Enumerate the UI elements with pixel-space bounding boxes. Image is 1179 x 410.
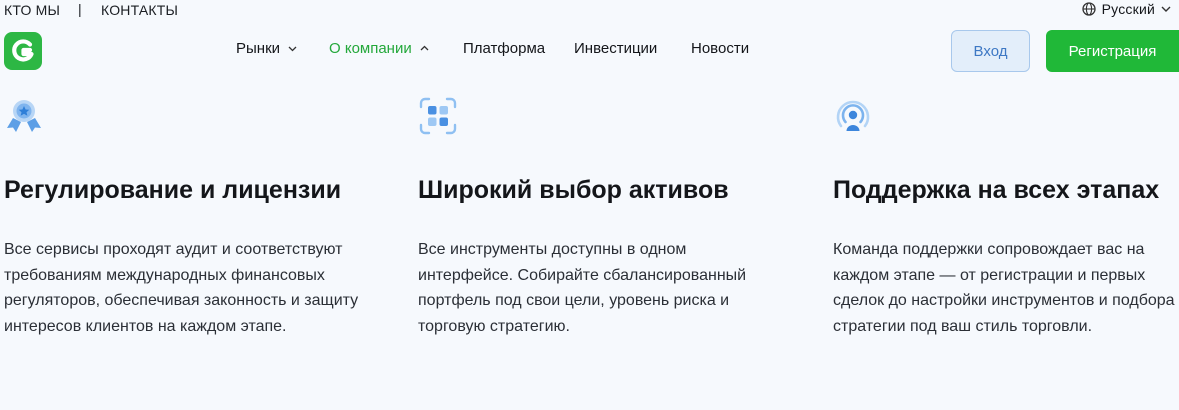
award-ribbon-icon [7,100,41,132]
logo-mark-icon [12,39,34,62]
nav-item-news[interactable]: Новости [691,40,749,57]
nav-item-label: Инвестиции [574,40,658,57]
about-link[interactable]: КТО МЫ [4,2,60,18]
feature-text: Команда поддержки сопровождает вас на ка… [833,241,1175,335]
feature-text: Все сервисы проходят аудит и соответству… [4,241,359,335]
feature-support: Поддержка на всех этапах Команда поддерж… [833,96,1179,339]
chevron-down-icon [288,46,297,52]
main-header: Рынки О компании Платформа Инвестиции Но… [0,30,1179,72]
globe-icon [1081,2,1096,16]
nav-item-investments[interactable]: Инвестиции [574,40,657,57]
feature-title: Поддержка на всех этапах [833,176,1160,204]
register-button[interactable]: Регистрация [1046,30,1179,72]
feature-regulation: Регулирование и лицензии Все сервисы про… [4,96,374,339]
nav-item-markets[interactable]: Рынки [236,40,297,57]
feature-text: Все инструменты доступны в одном интерфе… [418,241,747,335]
feature-title: Широкий выбор активов [418,176,729,204]
feature-title: Регулирование и лицензии [4,176,342,204]
nav-item-label: Платформа [463,40,546,57]
contacts-link[interactable]: КОНТАКТЫ [101,2,178,18]
nav-item-about-company[interactable]: О компании [329,40,429,57]
nav-item-label: О компании [329,40,412,57]
chevron-down-icon [1161,6,1171,12]
login-button[interactable]: Вход [951,30,1030,72]
chevron-up-icon [420,45,429,51]
grid-assets-icon [419,97,457,135]
nav-item-platform[interactable]: Платформа [463,40,545,57]
nav-item-label: Новости [691,40,750,57]
nav-item-label: Рынки [236,40,281,57]
top-utility-bar: КТО МЫ | КОНТАКТЫ Русский [0,0,1179,20]
feature-assets: Широкий выбор активов Все инструменты до… [418,96,778,339]
brand-logo[interactable] [4,32,42,70]
language-selector[interactable]: Русский [1081,1,1171,17]
language-label: Русский [1101,1,1155,17]
topbar-separator: | [78,1,82,17]
support-broadcast-icon [836,100,870,131]
